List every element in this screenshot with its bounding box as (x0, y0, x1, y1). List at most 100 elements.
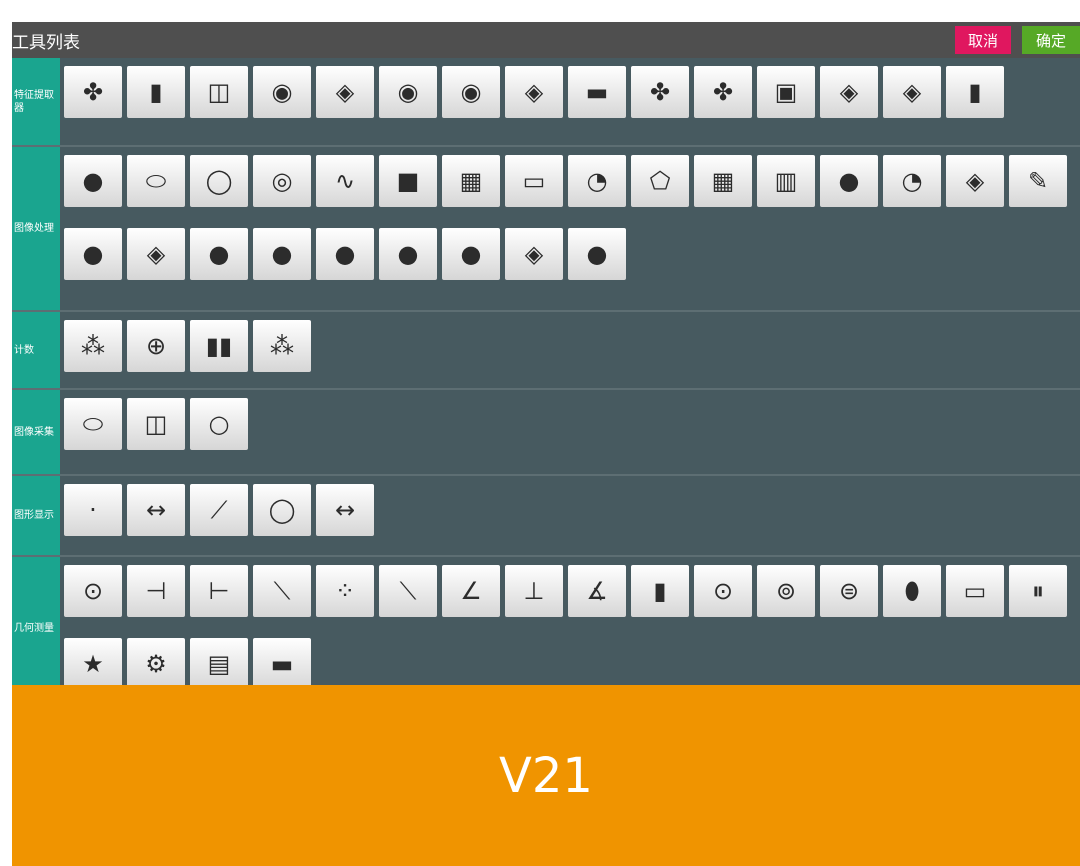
tool-button[interactable]: ✤ (629, 64, 692, 137)
tool-button[interactable]: ↔ (314, 482, 377, 555)
tool-button[interactable]: ● (62, 153, 125, 226)
tool-button[interactable]: ● (251, 226, 314, 299)
tool-button[interactable]: ⊙ (692, 563, 755, 636)
circle-target-icon: ◉ (442, 66, 500, 118)
tool-grid: ⁂ ⊕ ▮▮ ⁂ (62, 318, 1080, 391)
tool-button[interactable]: ◔ (881, 153, 944, 226)
tool-button[interactable]: ○ (188, 396, 251, 469)
tool-button[interactable]: ● (188, 226, 251, 299)
diamond-icon: ◈ (883, 66, 941, 118)
tool-button[interactable]: ◯ (251, 482, 314, 555)
tool-section: 图形显示 · ↔ ⟋ ◯ ↔ (12, 476, 1080, 557)
gear-icon: ⚙ (127, 638, 185, 690)
tool-button[interactable]: ✎ (1007, 153, 1070, 226)
star-icon: ★ (64, 638, 122, 690)
line-icon: ⟍ (379, 565, 437, 617)
tool-button[interactable]: ▮ (944, 64, 1007, 137)
ok-button[interactable]: 确定 (1022, 26, 1080, 54)
tool-button[interactable]: ◈ (944, 153, 1007, 226)
tool-button[interactable]: ⬭ (62, 396, 125, 469)
base-line-icon: ⊥ (505, 565, 563, 617)
tool-button[interactable]: ◫ (188, 64, 251, 137)
tool-button[interactable]: ∠ (440, 563, 503, 636)
tool-sections: 特征提取器 ✤ ▮ ◫ ◉ ◈ ◉ ◉ ◈ ▬ ✤ ✤ ▣ ◈ ◈ ▮ 图像处理 ● ⬭ ◯ ◎ ∿ ■ ▦ ▭ ◔ ⬠ ▦ ▥ ● ◔ ◈ ✎… (12, 58, 1080, 702)
tool-button[interactable]: ● (314, 226, 377, 299)
tool-button[interactable]: ▦ (440, 153, 503, 226)
ring-icon: ⊜ (820, 565, 878, 617)
tool-button[interactable]: ∡ (566, 563, 629, 636)
tool-button[interactable]: ◈ (881, 64, 944, 137)
tool-button[interactable]: ◉ (377, 64, 440, 137)
tool-button[interactable]: ↔ (125, 482, 188, 555)
tool-button[interactable]: ▭ (503, 153, 566, 226)
tool-button[interactable]: ▮ (629, 563, 692, 636)
slot-icon: ▬ (253, 638, 311, 690)
tool-button[interactable]: ⏸ (1007, 563, 1070, 636)
tool-button[interactable]: ⊚ (755, 563, 818, 636)
section-label: 几何测量 (12, 557, 60, 700)
tool-button[interactable]: ▦ (692, 153, 755, 226)
tool-button[interactable]: ■ (377, 153, 440, 226)
tool-button[interactable]: ◈ (314, 64, 377, 137)
circle-icon: ◯ (253, 484, 311, 536)
tool-button[interactable]: ◈ (503, 226, 566, 299)
tool-button[interactable]: ⟍ (377, 563, 440, 636)
circle-target-icon: ◉ (379, 66, 437, 118)
tool-button[interactable]: ⟍ (251, 563, 314, 636)
gauge-icon: ◔ (883, 155, 941, 207)
tool-button[interactable]: ⊕ (125, 318, 188, 391)
tool-button[interactable]: ● (566, 226, 629, 299)
cancel-button[interactable]: 取消 (955, 26, 1011, 54)
tool-button[interactable]: ● (818, 153, 881, 226)
tool-button[interactable]: ▣ (755, 64, 818, 137)
tool-button[interactable]: ⬠ (629, 153, 692, 226)
tool-button[interactable]: ◎ (251, 153, 314, 226)
tool-button[interactable]: ✤ (692, 64, 755, 137)
point-line-icon: ⊢ (190, 565, 248, 617)
tool-button[interactable]: ▭ (944, 563, 1007, 636)
version-banner: V21 (12, 685, 1080, 866)
tool-button[interactable]: ⊥ (503, 563, 566, 636)
tool-button[interactable]: ⁘ (314, 563, 377, 636)
blobs-icon: ● (442, 228, 500, 280)
tool-button[interactable]: ▮▮ (188, 318, 251, 391)
tool-button[interactable]: ● (377, 226, 440, 299)
tool-button[interactable]: ∿ (314, 153, 377, 226)
tool-button[interactable]: ◉ (251, 64, 314, 137)
tool-button[interactable]: ⊜ (818, 563, 881, 636)
tool-button[interactable]: ⟋ (188, 482, 251, 555)
tool-button[interactable]: ▮ (125, 64, 188, 137)
slot-icon: ▭ (946, 565, 1004, 617)
dot-icon: · (64, 484, 122, 536)
tool-button[interactable]: ◯ (188, 153, 251, 226)
tool-button[interactable]: ▥ (755, 153, 818, 226)
gauge-icon: ◔ (568, 155, 626, 207)
tool-button[interactable]: ⊣ (125, 563, 188, 636)
tool-button[interactable]: ◈ (503, 64, 566, 137)
tool-button[interactable]: ✤ (62, 64, 125, 137)
tool-button[interactable]: ⊢ (188, 563, 251, 636)
tool-button[interactable]: ● (62, 226, 125, 299)
blobs-icon: ● (190, 228, 248, 280)
tool-button[interactable]: ⊙ (62, 563, 125, 636)
tool-button[interactable]: ▬ (566, 64, 629, 137)
grid-icon: ▦ (442, 155, 500, 207)
screen-icon: ▣ (757, 66, 815, 118)
tool-button[interactable]: ◫ (125, 396, 188, 469)
tool-list-window: 工具列表 取消 确定 特征提取器 ✤ ▮ ◫ ◉ ◈ ◉ ◉ ◈ ▬ ✤ ✤ ▣ ◈ ◈ ▮ 图像处理 ● ⬭ ◯ ◎ ∿… (12, 22, 1080, 866)
tool-button[interactable]: ◈ (125, 226, 188, 299)
tool-button[interactable]: · (62, 482, 125, 555)
bars-icon: ▥ (757, 155, 815, 207)
tool-button[interactable]: ◔ (566, 153, 629, 226)
tool-button[interactable]: ⬭ (125, 153, 188, 226)
multi-blob-icon: ⁂ (64, 320, 122, 372)
tool-button[interactable]: ◉ (440, 64, 503, 137)
tool-grid: ● ⬭ ◯ ◎ ∿ ■ ▦ ▭ ◔ ⬠ ▦ ▥ ● ◔ ◈ ✎ ● ◈ ● ● ● ● ● ◈ ● (62, 153, 1080, 299)
tool-button[interactable]: ● (440, 226, 503, 299)
tool-button[interactable]: ◈ (818, 64, 881, 137)
tool-button[interactable]: ⁂ (251, 318, 314, 391)
dark-screen-icon: ■ (379, 155, 437, 207)
tool-button[interactable]: ⁂ (62, 318, 125, 391)
measure-icon: ↔ (316, 484, 374, 536)
tool-button[interactable]: ⬮ (881, 563, 944, 636)
